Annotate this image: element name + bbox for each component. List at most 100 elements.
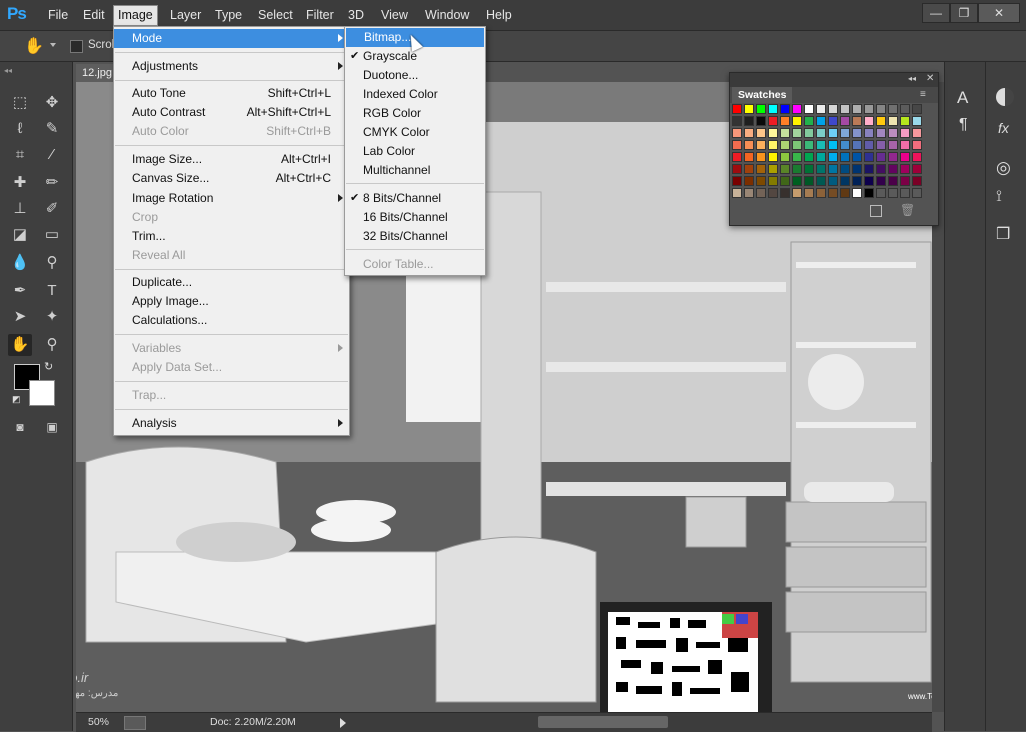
color-swatch[interactable] <box>744 116 754 126</box>
color-swatch[interactable] <box>804 188 814 198</box>
color-swatch[interactable] <box>804 116 814 126</box>
color-swatch[interactable] <box>804 152 814 162</box>
healing-brush-tool-icon[interactable]: ✚ <box>8 172 32 194</box>
color-swatch[interactable] <box>864 104 874 114</box>
quick-mask-icon[interactable]: ◙ <box>8 416 32 438</box>
hand-tool-preset-icon[interactable]: ✋ <box>24 36 44 56</box>
menu-filter[interactable]: Filter <box>302 7 338 25</box>
pen-tool-icon[interactable]: ✒ <box>8 280 32 302</box>
shape-tool-icon[interactable]: ✦ <box>40 306 64 328</box>
color-swatch[interactable] <box>732 176 742 186</box>
color-swatch[interactable] <box>900 128 910 138</box>
color-swatch[interactable] <box>768 104 778 114</box>
color-swatch[interactable] <box>876 128 886 138</box>
color-swatch[interactable] <box>732 116 742 126</box>
menu-item-image-size[interactable]: Image Size... Alt+Ctrl+I <box>114 150 349 169</box>
menu-image[interactable]: Image <box>113 5 158 26</box>
color-swatch[interactable] <box>816 140 826 150</box>
swap-colors-icon[interactable]: ↻ <box>44 360 53 373</box>
swatches-tab[interactable]: Swatches <box>732 87 793 103</box>
color-swatch[interactable] <box>768 152 778 162</box>
lasso-tool-icon[interactable]: ℓ <box>8 118 32 140</box>
menu-item-analysis[interactable]: Analysis <box>114 414 349 433</box>
color-swatch[interactable] <box>888 176 898 186</box>
menu-item-16-bits[interactable]: 16 Bits/Channel <box>345 208 485 227</box>
crop-tool-icon[interactable]: ⌗ <box>8 144 32 166</box>
menu-edit[interactable]: Edit <box>79 7 109 25</box>
color-swatch[interactable] <box>888 116 898 126</box>
color-swatch[interactable] <box>840 176 850 186</box>
color-swatch[interactable] <box>768 128 778 138</box>
color-swatch[interactable] <box>912 164 922 174</box>
color-swatch[interactable] <box>900 116 910 126</box>
trash-icon[interactable]: 🗑 <box>900 203 915 217</box>
color-swatch[interactable] <box>780 140 790 150</box>
menu-item-cmyk-color[interactable]: CMYK Color <box>345 123 485 142</box>
status-icon[interactable] <box>124 716 146 730</box>
zoom-tool-icon[interactable]: ⚲ <box>40 334 64 356</box>
color-swatch[interactable] <box>852 116 862 126</box>
marquee-tool-icon[interactable]: ⬚ <box>8 92 32 114</box>
color-swatch[interactable] <box>900 152 910 162</box>
menu-item-canvas-size[interactable]: Canvas Size... Alt+Ctrl+C <box>114 169 349 188</box>
menu-item-calculations[interactable]: Calculations... <box>114 311 349 330</box>
blur-tool-icon[interactable]: 💧 <box>8 252 32 274</box>
color-swatch[interactable] <box>756 140 766 150</box>
color-swatch[interactable] <box>912 140 922 150</box>
close-icon[interactable]: ✕ <box>926 73 934 84</box>
collapse-icon[interactable]: ◂◂ <box>908 74 916 83</box>
color-swatch[interactable] <box>900 188 910 198</box>
color-swatch[interactable] <box>732 128 742 138</box>
color-swatch[interactable] <box>852 176 862 186</box>
type-tool-icon[interactable]: T <box>40 280 64 302</box>
color-swatch[interactable] <box>744 140 754 150</box>
styles-panel-icon[interactable]: fx <box>998 120 1009 136</box>
color-swatch[interactable] <box>780 152 790 162</box>
zoom-level[interactable]: 50% <box>88 716 109 728</box>
color-swatch[interactable] <box>768 188 778 198</box>
panel-menu-icon[interactable]: ≡ <box>920 89 926 100</box>
menu-item-indexed-color[interactable]: Indexed Color <box>345 85 485 104</box>
color-swatch[interactable] <box>804 140 814 150</box>
color-swatch[interactable] <box>816 176 826 186</box>
color-swatch[interactable] <box>732 104 742 114</box>
color-swatch[interactable] <box>732 188 742 198</box>
color-swatch[interactable] <box>804 104 814 114</box>
color-swatch[interactable] <box>840 140 850 150</box>
eraser-tool-icon[interactable]: ◪ <box>8 224 32 246</box>
color-swatch[interactable] <box>828 176 838 186</box>
color-swatch[interactable] <box>900 176 910 186</box>
color-swatch[interactable] <box>840 152 850 162</box>
color-swatch[interactable] <box>900 140 910 150</box>
color-swatch[interactable] <box>840 164 850 174</box>
status-menu-arrow-icon[interactable] <box>340 718 346 728</box>
color-swatch[interactable] <box>864 140 874 150</box>
color-swatch[interactable] <box>864 116 874 126</box>
menu-item-8-bits[interactable]: ✔ 8 Bits/Channel <box>345 189 485 208</box>
color-swatch[interactable] <box>744 128 754 138</box>
default-colors-icon[interactable]: ◩ <box>12 394 21 405</box>
horizontal-scrollbar[interactable] <box>538 716 668 728</box>
3d-panel-icon[interactable]: ❒ <box>996 224 1010 244</box>
collapse-icon[interactable]: ◂◂ <box>4 66 12 75</box>
color-swatch[interactable] <box>888 188 898 198</box>
color-swatch[interactable] <box>828 188 838 198</box>
color-swatch[interactable] <box>780 176 790 186</box>
character-panel-icon[interactable]: A <box>957 88 968 108</box>
menu-type[interactable]: Type <box>211 7 246 25</box>
color-swatch[interactable] <box>780 164 790 174</box>
color-swatch[interactable] <box>840 128 850 138</box>
color-swatch[interactable] <box>816 104 826 114</box>
color-swatch[interactable] <box>744 188 754 198</box>
color-swatch[interactable] <box>888 152 898 162</box>
color-swatch[interactable] <box>756 128 766 138</box>
color-swatch[interactable] <box>756 188 766 198</box>
menu-3d[interactable]: 3D <box>344 7 368 25</box>
color-swatch[interactable] <box>792 116 802 126</box>
adjustments-panel-icon[interactable] <box>996 88 1014 106</box>
background-color-swatch[interactable] <box>29 380 55 406</box>
color-swatch[interactable] <box>732 152 742 162</box>
menu-item-mode[interactable]: Mode <box>114 29 349 48</box>
menu-item-multichannel[interactable]: Multichannel <box>345 161 485 180</box>
gradient-tool-icon[interactable]: ▭ <box>40 224 64 246</box>
